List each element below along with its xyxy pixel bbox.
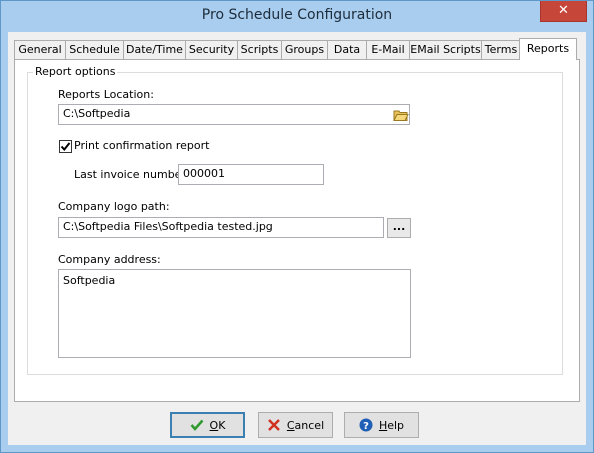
help-button[interactable]: ? Help [344,412,419,438]
reports-location-input[interactable]: C:\Softpedia [58,104,410,125]
last-invoice-input[interactable]: 000001 [178,164,324,185]
green-check-icon [190,419,203,431]
tab-email-scripts[interactable]: EMail Scripts [409,40,482,59]
help-label: Help [378,418,405,432]
dialog-window: Pro Schedule Configuration ✕ General Sch… [0,0,594,453]
help-circle-icon: ? [359,418,373,432]
tab-security[interactable]: Security [185,40,238,59]
company-address-textarea[interactable]: Softpedia [58,269,411,358]
tab-date-time[interactable]: Date/Time [123,40,186,59]
reports-location-label: Reports Location: [58,88,154,101]
print-confirmation-label: Print confirmation report [74,139,210,152]
logo-path-label: Company logo path: [58,200,170,213]
tab-strip: General Schedule Date/Time Security Scri… [14,38,580,60]
tab-reports[interactable]: Reports [519,38,577,60]
ok-button[interactable]: OK [170,412,245,438]
tab-terms[interactable]: Terms [481,40,521,59]
tab-scripts[interactable]: Scripts [237,40,282,59]
ok-label: OK [209,418,226,432]
tab-email[interactable]: E-Mail [366,40,410,59]
print-confirmation-checkbox[interactable] [59,140,72,153]
tab-data[interactable]: Data [327,40,367,59]
cancel-button[interactable]: Cancel [258,412,333,438]
group-title: Report options [33,65,118,78]
checkmark-icon [60,142,71,152]
reports-panel: Report options Reports Location: C:\Soft… [14,59,580,402]
red-x-icon [267,419,280,431]
window-title: Pro Schedule Configuration [201,7,393,23]
folder-open-icon[interactable] [390,105,411,125]
svg-text:?: ? [363,421,369,432]
company-address-label: Company address: [58,253,161,266]
cancel-label: Cancel [286,418,325,432]
last-invoice-label: Last invoice number: [74,168,190,181]
report-options-group: Report options Reports Location: C:\Soft… [27,65,563,375]
tab-groups[interactable]: Groups [281,40,328,59]
browse-button[interactable]: ... [387,218,411,238]
tab-general[interactable]: General [14,40,66,59]
title-bar[interactable]: Pro Schedule Configuration ✕ [1,1,593,32]
logo-path-input[interactable]: C:\Softpedia Files\Softpedia tested.jpg [58,217,384,238]
client-area: General Schedule Date/Time Security Scri… [8,32,586,445]
tab-schedule[interactable]: Schedule [65,40,124,59]
close-button[interactable]: ✕ [540,1,587,22]
